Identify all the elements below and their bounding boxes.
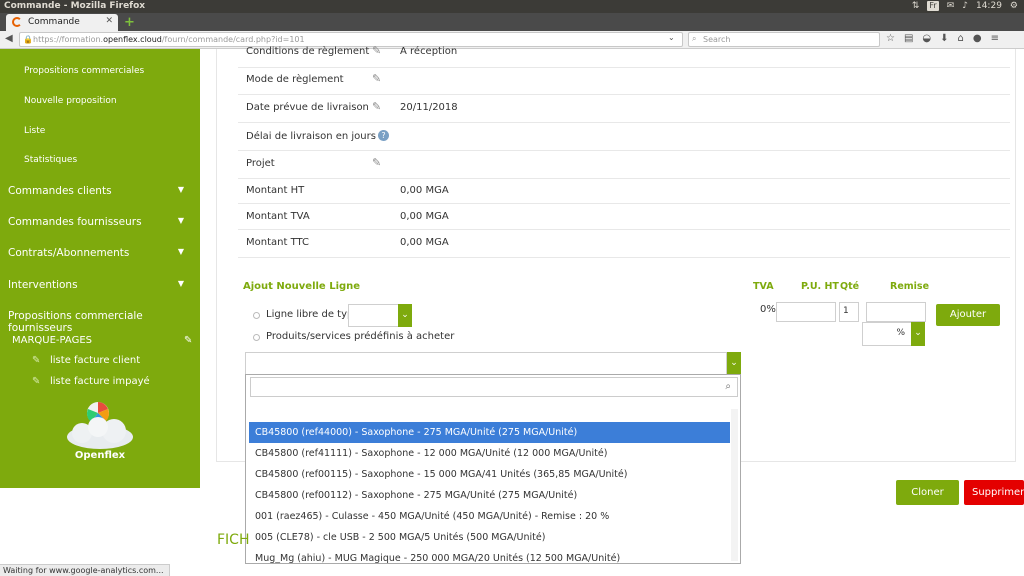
dropdown-option[interactable]: 005 (CLE78) - cle USB - 2 500 MGA/5 Unit… (249, 527, 730, 548)
radio-predefined-product[interactable] (253, 334, 260, 341)
product-dropdown: ⌕ CB45800 (ref44000) - Saxophone - 275 M… (245, 374, 741, 564)
field-row-payment-mode: Mode de règlement ✎ (238, 67, 1010, 95)
logo-label: Openflex (74, 450, 126, 461)
os-top-bar: Commande - Mozilla Firefox ⇅ Fr ✉ ♪ 14:2… (0, 0, 1024, 13)
back-icon[interactable]: ◀ (5, 33, 13, 44)
edit-pencil-icon[interactable]: ✎ (372, 156, 381, 169)
window-title: Commande - Mozilla Firefox (4, 1, 146, 11)
edit-bookmarks-icon[interactable]: ✎ (184, 335, 192, 346)
chevron-down-icon[interactable]: ⌄ (911, 322, 925, 346)
product-select[interactable] (245, 352, 727, 376)
quantity-input[interactable]: 1 (839, 302, 859, 322)
chevron-down-icon: ▼ (177, 216, 184, 225)
chevron-down-icon[interactable]: ⌄ (727, 352, 741, 376)
chevron-down-icon[interactable]: ⌄ (398, 304, 412, 327)
column-header-unit-price: P.U. HT (801, 281, 839, 292)
field-row-delivery-date: Date prévue de livraison ✎ 20/11/2018 (238, 95, 1010, 123)
tab-title: Commande (28, 17, 80, 27)
chevron-down-icon: ▼ (177, 247, 184, 256)
openflex-logo[interactable] (64, 401, 136, 451)
add-line-title: Ajout Nouvelle Ligne (243, 281, 361, 292)
sidebar-item-stats[interactable]: Statistiques (24, 155, 77, 165)
bookmark-item[interactable]: ✎ liste facture impayé (32, 376, 150, 387)
lock-icon: 🔒 (23, 35, 33, 44)
url-dropdown-icon[interactable]: ⌄ (668, 33, 675, 42)
dropdown-search-input[interactable]: ⌕ (250, 377, 738, 397)
new-tab-icon[interactable]: + (124, 15, 135, 30)
field-row-payment-terms: Conditions de règlement ✎ A réception (238, 42, 1010, 68)
bookmark-icon: ✎ (32, 355, 41, 366)
column-header-tva: TVA (753, 281, 774, 292)
clock[interactable]: 14:29 (976, 1, 1002, 11)
browser-tab[interactable]: Commande ✕ (6, 14, 118, 31)
field-row-project: Projet ✎ (238, 151, 1010, 179)
field-row-delivery-delay: Délai de livraison en jours? (238, 123, 1010, 151)
column-header-discount: Remise (890, 281, 930, 292)
sidebar-item-supplier-proposals[interactable]: Propositions commerciale fournisseurs (8, 310, 192, 334)
search-icon: ⌕ (725, 381, 731, 392)
help-icon[interactable]: ? (377, 130, 389, 141)
status-bar: Waiting for www.google-analytics.com... (0, 564, 170, 576)
power-icon[interactable]: ⚙ (1010, 1, 1018, 11)
dropdown-option[interactable]: CB45800 (ref00115) - Saxophone - 15 000 … (249, 464, 730, 485)
dropdown-option[interactable]: CB45800 (ref00112) - Saxophone - 275 MGA… (249, 485, 730, 506)
mail-icon[interactable]: ✉ (947, 1, 955, 11)
volume-icon[interactable]: ♪ (962, 1, 968, 11)
chevron-down-icon: ▼ (177, 279, 184, 288)
edit-pencil-icon[interactable]: ✎ (372, 72, 381, 85)
close-tab-icon[interactable]: ✕ (105, 16, 113, 26)
edit-pencil-icon[interactable]: ✎ (372, 100, 381, 113)
field-row-amount-ht: Montant HT 0,00 MGA (238, 178, 1010, 204)
free-line-label: Ligne libre de type (266, 309, 360, 320)
dropdown-option[interactable]: Mug_Mg (ahiu) - MUG Magique - 250 000 MG… (249, 548, 730, 563)
section-title-partial: FICH (217, 532, 250, 548)
field-row-amount-tva: Montant TVA 0,00 MGA (238, 204, 1010, 230)
line-type-select[interactable] (348, 304, 399, 327)
dropdown-option[interactable]: CB45800 (ref41111) - Saxophone - 12 000 … (249, 443, 730, 464)
dropdown-option[interactable]: CB45800 (ref44000) - Saxophone - 275 MGA… (249, 422, 730, 443)
dropdown-option[interactable]: 001 (raez465) - Culasse - 450 MGA/Unité … (249, 506, 730, 527)
sidebar: Propositions commerciales Nouvelle propo… (0, 49, 200, 488)
discount-unit-select[interactable]: % (862, 322, 912, 346)
field-row-amount-ttc: Montant TTC 0,00 MGA (238, 230, 1010, 258)
edit-pencil-icon[interactable]: ✎ (372, 44, 381, 57)
delete-button[interactable]: Supprimer (964, 480, 1024, 505)
discount-input[interactable] (866, 302, 926, 322)
bookmark-item[interactable]: ✎ liste facture client (32, 355, 140, 366)
chevron-down-icon: ▼ (177, 185, 184, 194)
dropdown-scrollbar[interactable] (731, 409, 738, 561)
unit-price-input[interactable] (776, 302, 836, 322)
keyboard-layout[interactable]: Fr (927, 1, 939, 11)
tab-strip: Commande ✕ (0, 13, 1024, 31)
sidebar-item-customer-orders[interactable]: Commandes clients ▼ (8, 185, 192, 197)
sidebar-item-contracts[interactable]: Contrats/Abonnements ▼ (8, 247, 192, 259)
clone-button[interactable]: Cloner (896, 480, 959, 505)
bookmarks-section: MARQUE-PAGES ✎ (12, 335, 193, 346)
firefox-icon (12, 17, 22, 27)
bookmark-icon: ✎ (32, 376, 41, 387)
sidebar-item-interventions[interactable]: Interventions ▼ (8, 279, 192, 291)
tva-value[interactable]: 0% (760, 304, 776, 315)
predefined-product-label: Produits/services prédéfinis à acheter (266, 331, 455, 342)
add-button[interactable]: Ajouter (936, 304, 1000, 326)
sidebar-item-new-proposal[interactable]: Nouvelle proposition (24, 96, 117, 106)
sidebar-item-supplier-orders[interactable]: Commandes fournisseurs ▼ (8, 216, 192, 228)
network-icon[interactable]: ⇅ (912, 1, 920, 11)
column-header-qty: Qté (840, 281, 860, 292)
radio-free-line[interactable] (253, 312, 260, 319)
sidebar-item-propositions[interactable]: Propositions commerciales (24, 66, 144, 76)
sidebar-item-list[interactable]: Liste (24, 126, 45, 136)
